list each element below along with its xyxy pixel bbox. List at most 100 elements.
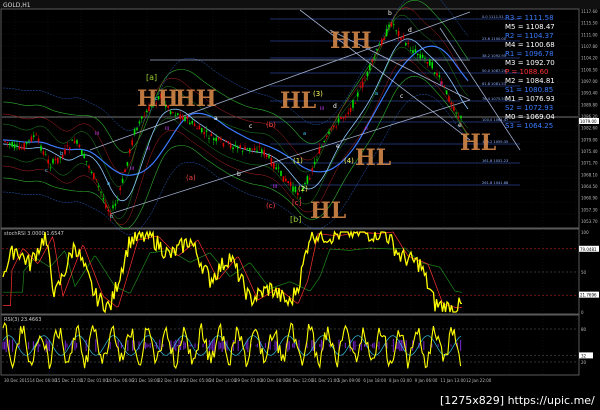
candle-body: [33, 135, 35, 138]
candle-body: [455, 112, 457, 114]
rsi-title: RSI(3) 23.4663: [4, 317, 41, 323]
candle-body: [179, 114, 181, 119]
candle-body: [436, 72, 438, 76]
candle-body: [217, 137, 220, 140]
pivot-level-text: M1 = 1076.93: [505, 95, 555, 103]
candle-body: [225, 140, 227, 142]
candle-body: [78, 144, 81, 148]
wave-label: d: [333, 103, 337, 110]
candle-body: [54, 158, 57, 161]
candle-body: [306, 176, 309, 184]
candle-body: [273, 162, 275, 169]
candle-body: [83, 153, 85, 159]
handwritten-mark: HL: [460, 130, 496, 156]
fib-level-label: 50.0 1087.24: [482, 69, 507, 73]
candle-body: [282, 176, 285, 182]
rsi-value-tag-text: 32: [581, 353, 587, 358]
stoch-title: stochRSI 3.0000 1.6547: [4, 231, 64, 237]
candle-body: [313, 161, 316, 164]
candle-body: [189, 122, 191, 125]
pivot-level-text: M4 = 1100.68: [505, 41, 555, 49]
candle-body: [229, 143, 232, 148]
candle-body: [81, 149, 83, 156]
minor-wave-label: iii: [273, 184, 277, 190]
candle-body: [100, 191, 102, 193]
time-axis-label: 15 Dec 21:00: [55, 378, 82, 383]
candle-body: [6, 142, 9, 143]
handwritten-mark: HH: [175, 86, 217, 112]
price-axis-label: 1057.30: [581, 207, 598, 212]
minor-wave-label: c: [45, 168, 48, 174]
candle-body: [340, 116, 342, 119]
candle-body: [450, 102, 453, 105]
price-axis-label: 1115.50: [581, 21, 598, 26]
time-axis-label: 31 Dec 21:00: [312, 378, 339, 383]
time-axis-label: 17 Dec 01:00: [81, 378, 108, 383]
candle-body: [138, 121, 141, 124]
pivot-level-text: S3 = 1064.25: [505, 122, 553, 130]
candle-body: [426, 62, 429, 64]
candle-body: [385, 29, 388, 37]
candle-body: [373, 57, 376, 59]
candle-body: [177, 113, 179, 116]
candle-body: [215, 137, 217, 142]
handwritten-mark: HL: [280, 88, 316, 114]
time-axis-label: 24 Dec 14:00: [209, 378, 236, 383]
candle-body: [69, 147, 71, 150]
candle-body: [357, 92, 359, 97]
candle-body: [412, 50, 414, 53]
candle-body: [222, 143, 225, 147]
candle-body: [414, 49, 417, 53]
candle-body: [342, 117, 345, 119]
candle-body: [381, 39, 383, 46]
wave-label: c: [249, 123, 252, 130]
candle-body: [407, 42, 409, 45]
candle-body: [119, 187, 121, 191]
candle-body: [85, 160, 88, 162]
candle-body: [141, 116, 143, 119]
rsi-axis-label: 20: [581, 360, 587, 365]
time-axis-label: 14 Dec 06:00: [30, 378, 57, 383]
current-price-tag-text: 1079.00: [580, 119, 597, 124]
price-axis-label: 1060.90: [581, 196, 598, 201]
candle-body: [102, 198, 105, 200]
handwritten-mark: HH: [137, 86, 179, 112]
candle-body: [42, 151, 45, 155]
candle-body: [256, 150, 258, 153]
candle-body: [241, 150, 244, 152]
candle-body: [117, 199, 119, 201]
candle-body: [107, 209, 109, 212]
pivot-level-text: M0 = 1069.04: [505, 113, 555, 121]
candle-body: [57, 157, 59, 164]
minor-wave-label: a: [107, 181, 110, 187]
wave-label: [b]: [290, 215, 301, 224]
candle-body: [203, 132, 205, 135]
time-axis-label: 8 Jan 03:00: [389, 378, 412, 383]
window-title: GOLD,H1: [3, 2, 31, 9]
candle-body: [275, 167, 277, 170]
minor-wave-label: b: [60, 151, 63, 157]
candle-body: [4, 141, 6, 142]
candle-body: [198, 125, 201, 130]
pivot-level-text: R1 = 1096.78: [505, 50, 554, 58]
price-axis-label: 1068.10: [581, 172, 598, 177]
wave-label: (b): [266, 121, 276, 129]
time-axis-label: 30 Dec 08:00: [261, 378, 288, 383]
candle-body: [253, 148, 256, 151]
candle-body: [9, 143, 11, 145]
stoch-value-tag-text: 79.0481: [580, 247, 597, 252]
candle-body: [208, 138, 210, 139]
price-axis-label: 1079.00: [581, 137, 598, 142]
candle-body: [364, 79, 366, 81]
candle-body: [232, 147, 234, 150]
candle-body: [251, 148, 253, 150]
fib-level-label: 23.6 1100.00: [482, 37, 507, 41]
pivot-level-text: M5 = 1108.47: [505, 23, 555, 31]
price-axis-label: 1053.70: [581, 219, 598, 224]
handwritten-mark: HH: [330, 28, 372, 54]
minor-wave-label: ii: [147, 146, 150, 152]
minor-wave-label: iii: [320, 106, 324, 112]
candle-body: [402, 35, 405, 39]
fib-level-label: 261.8 1041.88: [482, 181, 509, 185]
price-axis-label: 1093.40: [581, 91, 598, 96]
